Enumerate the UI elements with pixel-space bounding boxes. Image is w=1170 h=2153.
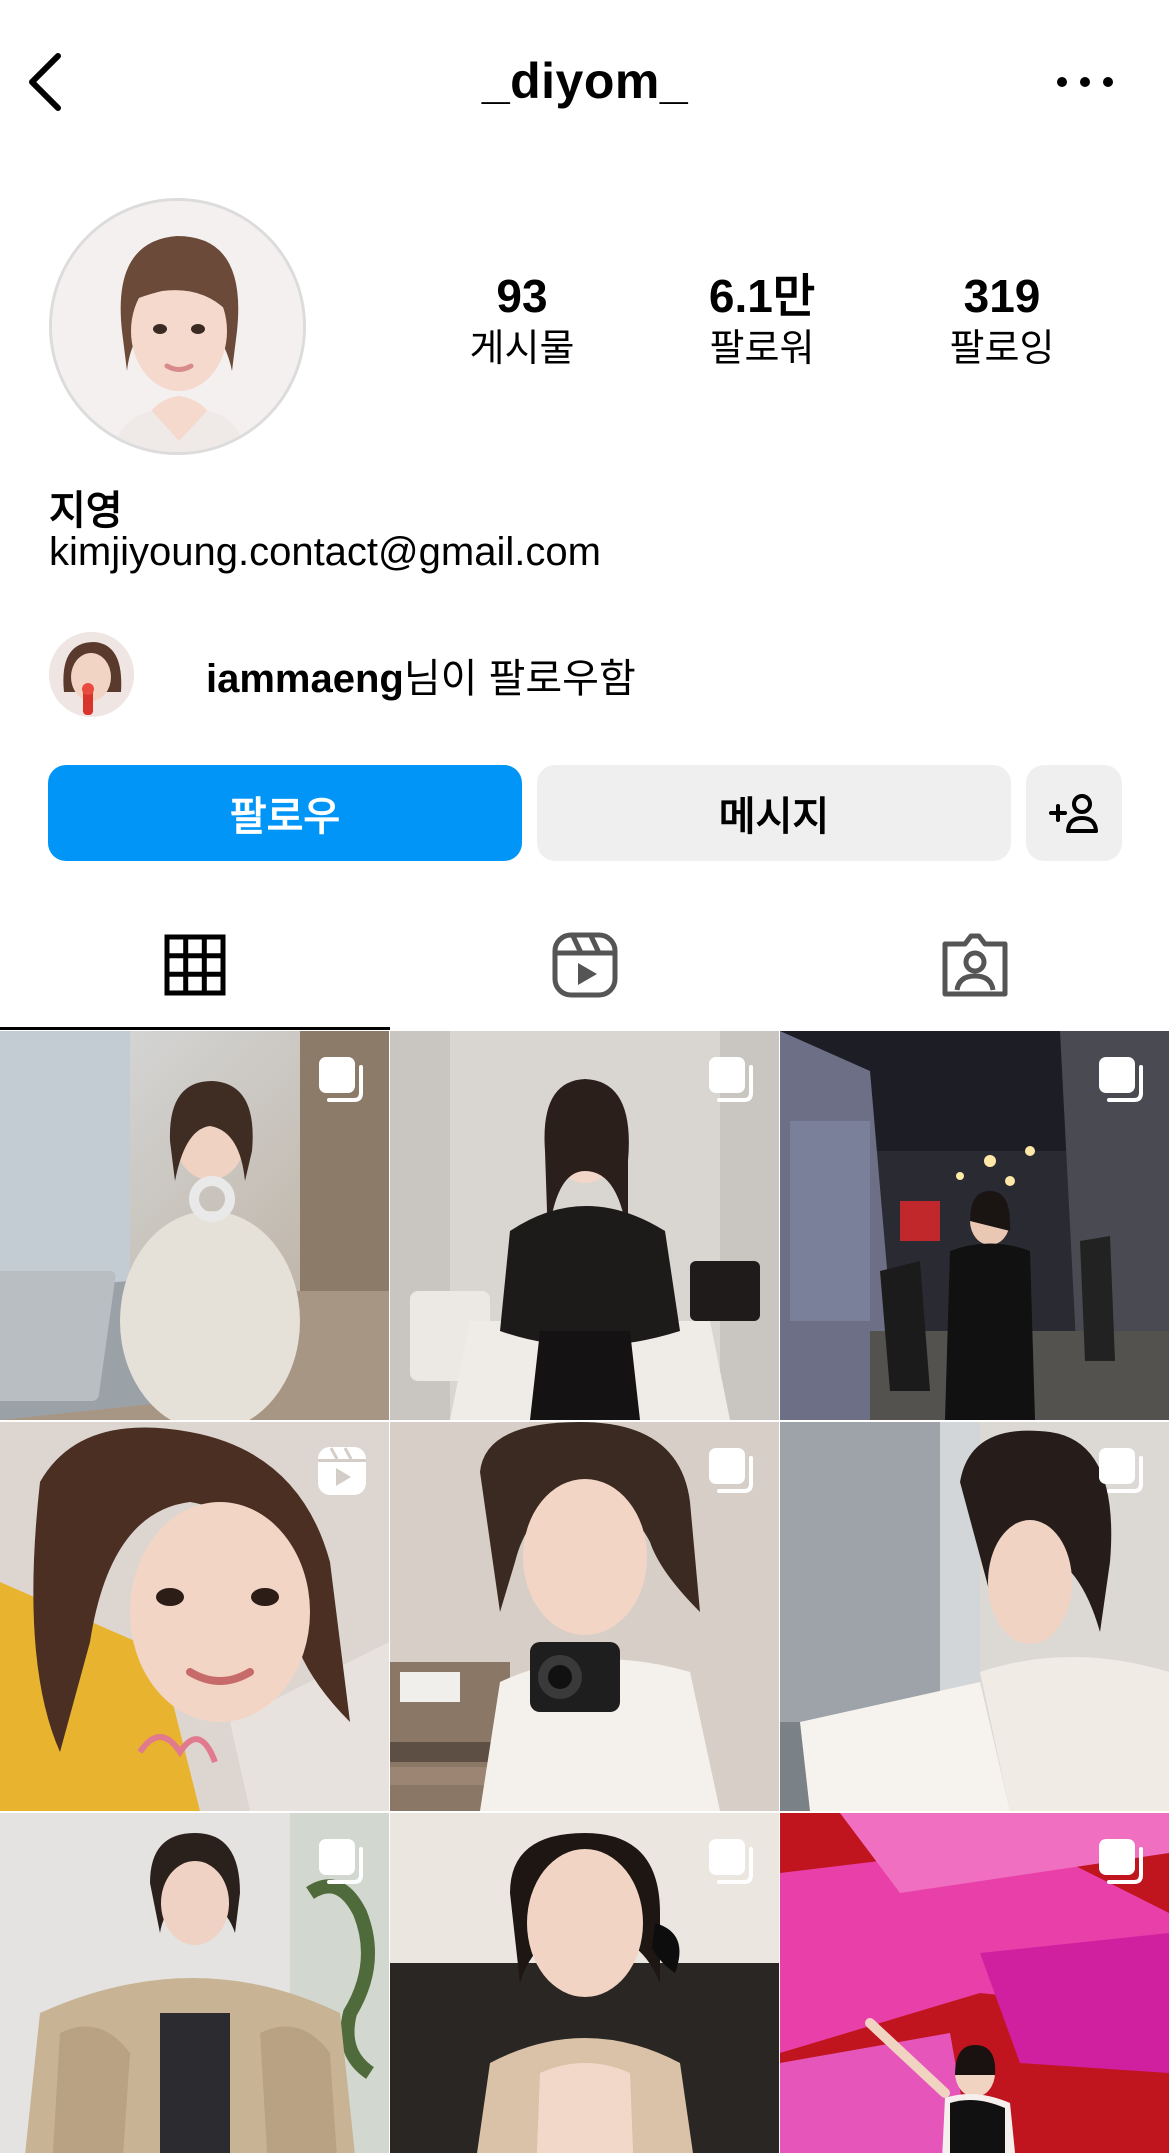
followers-count-value: 6.1만	[708, 270, 816, 322]
following-count-value: 319	[963, 270, 1041, 322]
add-person-icon	[1049, 794, 1098, 833]
post-thumbnail[interactable]	[780, 1813, 1169, 2153]
grid-icon	[164, 934, 226, 996]
top-bar: _diyom_	[0, 0, 1170, 165]
follower-avatar-photo	[49, 632, 134, 717]
posts-grid	[0, 1031, 1170, 2153]
carousel-icon	[1099, 1839, 1143, 1884]
posts-count-value: 93	[496, 270, 548, 322]
tab-tagged[interactable]	[780, 900, 1170, 1030]
more-dots-icon	[1057, 77, 1113, 87]
posts-count-label: 게시물	[469, 328, 575, 370]
following-count-label: 팔로잉	[949, 328, 1055, 370]
carousel-icon	[1099, 1448, 1143, 1493]
tab-posts-grid[interactable]	[0, 900, 390, 1030]
profile-tabs	[0, 900, 1170, 1030]
post-thumbnail[interactable]	[780, 1422, 1169, 1811]
carousel-icon	[709, 1839, 753, 1884]
reels-icon	[552, 932, 618, 998]
follow-button[interactable]: 팔로우	[48, 765, 522, 861]
followed-by-suffix: 님이 팔로우함	[403, 656, 636, 701]
tagged-person-icon	[942, 933, 1008, 997]
carousel-icon	[319, 1057, 363, 1102]
following-count[interactable]: 319 팔로잉	[912, 268, 1092, 374]
profile-page: _diyom_ 93 게시물 6.1만 팔로워 319 팔로잉 지영 kimji…	[0, 0, 1170, 2153]
carousel-icon	[319, 1839, 363, 1884]
post-thumbnail[interactable]	[0, 1422, 389, 1811]
posts-count[interactable]: 93 게시물	[432, 268, 612, 374]
carousel-icon	[709, 1448, 753, 1493]
post-thumbnail[interactable]	[390, 1813, 779, 2153]
message-button[interactable]: 메시지	[537, 765, 1011, 861]
followed-by-row[interactable]: iammaeng님이 팔로우함	[49, 632, 636, 717]
display-name: 지영	[49, 489, 123, 533]
post-thumbnail[interactable]	[390, 1031, 779, 1420]
tab-reels[interactable]	[390, 900, 780, 1030]
bio-email-text: kimjiyoung.contact@gmail.com	[49, 530, 601, 574]
followers-count-label: 팔로워	[709, 328, 815, 370]
follower-avatar	[49, 632, 134, 717]
reels-icon	[318, 1447, 366, 1495]
avatar-photo	[52, 201, 303, 452]
suggested-accounts-button[interactable]	[1026, 765, 1122, 861]
active-tab-indicator	[0, 1027, 390, 1030]
profile-avatar[interactable]	[49, 198, 306, 455]
carousel-icon	[709, 1057, 753, 1102]
post-thumbnail[interactable]	[780, 1031, 1169, 1420]
post-thumbnail[interactable]	[390, 1422, 779, 1811]
more-options-button[interactable]	[1050, 62, 1120, 102]
followed-by-username: iammaeng	[206, 656, 404, 701]
post-thumbnail[interactable]	[0, 1031, 389, 1420]
profile-username: _diyom_	[481, 53, 689, 109]
post-thumbnail[interactable]	[0, 1813, 389, 2153]
followed-by-text: iammaeng님이 팔로우함	[206, 646, 636, 704]
carousel-icon	[1099, 1057, 1143, 1102]
followers-count[interactable]: 6.1만 팔로워	[672, 268, 852, 374]
